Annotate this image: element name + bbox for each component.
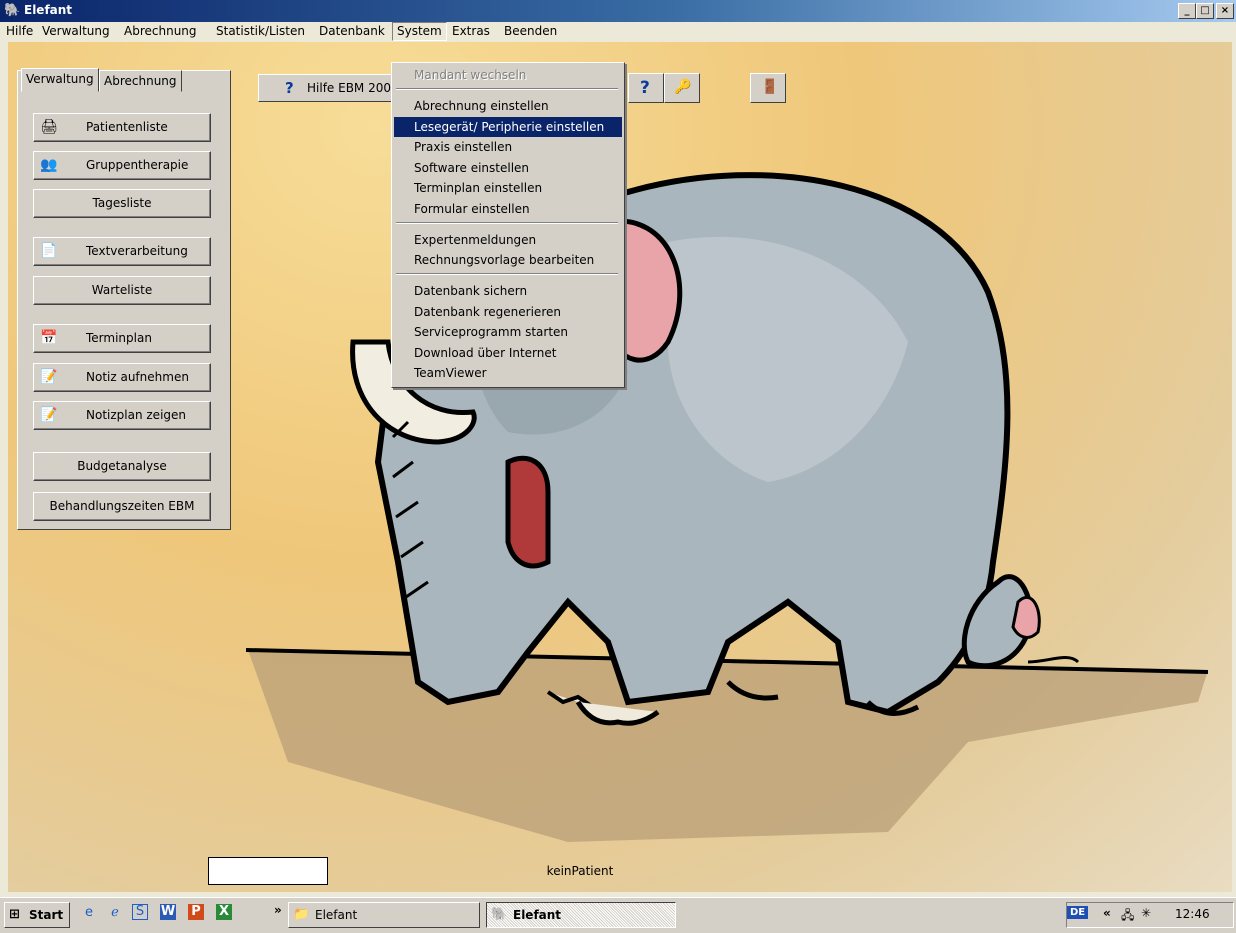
system-menu-dropdown: Mandant wechseln Abrechnung einstellen L… [391,62,625,388]
menu-datenbank[interactable]: Datenbank [315,22,389,41]
title-bar: 🐘 Elefant _ □ × [0,0,1236,22]
tab-verwaltung[interactable]: Verwaltung [21,68,99,92]
notepad-icon: 📝 [40,407,58,423]
system-tray: DE « 🖧 ✳ 12:46 [1066,902,1234,928]
menu-statistik[interactable]: Statistik/Listen [212,22,309,41]
tray-expand-icon[interactable]: « [1103,906,1111,920]
menu-hilfe[interactable]: Hilfe [2,22,37,41]
taskbar-item-folder[interactable]: 📁 Elefant [288,902,480,928]
patientenliste-button[interactable]: 🖨 Patientenliste [33,113,211,142]
group-icon: 👥 [40,157,58,173]
budgetanalyse-button[interactable]: Budgetanalyse [33,452,211,481]
start-button[interactable]: ⊞ Start [4,902,70,928]
printer-icon: 🖨 [40,119,58,135]
close-button[interactable]: × [1216,3,1234,19]
app-icon[interactable]: S [132,904,148,920]
menu-item-datenbank-regenerieren[interactable]: Datenbank regenerieren [394,302,622,322]
quicklaunch-overflow[interactable]: » [274,903,282,917]
terminplan-button[interactable]: 📅 Terminplan [33,324,211,353]
word-icon[interactable]: W [160,904,176,920]
language-indicator[interactable]: DE [1067,906,1089,919]
windows-logo-icon: ⊞ [9,907,20,922]
menu-extras[interactable]: Extras [448,22,494,41]
warteliste-button[interactable]: Warteliste [33,276,211,305]
help-button[interactable]: ? [628,73,664,103]
menu-separator [396,222,618,224]
menu-abrechnung[interactable]: Abrechnung [120,22,201,41]
elephant-icon: 🐘 [491,907,508,922]
exit-button[interactable]: 🚪 [750,73,786,103]
menu-system[interactable]: System [392,22,447,41]
menu-separator [396,273,618,275]
menu-item-software-einstellen[interactable]: Software einstellen [394,158,622,178]
menu-item-terminplan-einstellen[interactable]: Terminplan einstellen [394,178,622,198]
notizplan-zeigen-button[interactable]: 📝 Notizplan zeigen [33,401,211,430]
calendar-icon: 📅 [40,330,58,346]
clock: 12:46 [1175,907,1210,921]
menu-item-serviceprogramm[interactable]: Serviceprogramm starten [394,322,622,342]
network-icon[interactable]: 🖧 [1121,906,1134,927]
menu-item-teamviewer[interactable]: TeamViewer [394,363,622,383]
patient-field[interactable] [208,857,328,885]
ie-icon[interactable]: e [80,904,98,922]
gruppentherapie-button[interactable]: 👥 Gruppentherapie [33,151,211,180]
menu-item-mandant-wechseln[interactable]: Mandant wechseln [394,65,622,85]
menu-item-expertenmeldungen[interactable]: Expertenmeldungen [394,230,622,250]
tagesliste-button[interactable]: Tagesliste [33,189,211,218]
menu-item-lesegeraet-einstellen[interactable]: Lesegerät/ Peripherie einstellen [394,117,622,137]
menu-item-praxis-einstellen[interactable]: Praxis einstellen [394,137,622,157]
menu-item-rechnungsvorlage[interactable]: Rechnungsvorlage bearbeiten [394,250,622,270]
menu-item-download-internet[interactable]: Download über Internet [394,343,622,363]
notepad-icon: 📝 [40,369,58,385]
document-icon: 📄 [40,243,58,259]
patient-status-label: keinPatient [546,864,614,878]
menu-item-abrechnung-einstellen[interactable]: Abrechnung einstellen [394,96,622,116]
help-question-icon: ? [285,79,294,97]
menu-separator [396,88,618,90]
exit-door-icon: 🚪 [761,79,779,95]
minimize-button[interactable]: _ [1178,3,1196,19]
menu-beenden[interactable]: Beenden [500,22,561,41]
textverarbeitung-button[interactable]: 📄 Textverarbeitung [33,237,211,266]
hilfe-ebm-button[interactable]: ? Hilfe EBM 200 [258,74,400,102]
behandlungszeiten-ebm-button[interactable]: Behandlungszeiten EBM [33,492,211,521]
help-key-button[interactable]: 🔑 [664,73,700,103]
folder-icon: 📁 [293,907,310,922]
notiz-aufnehmen-button[interactable]: 📝 Notiz aufnehmen [33,363,211,392]
powerpoint-icon[interactable]: P [188,904,204,920]
taskbar-item-elefant[interactable]: 🐘 Elefant [486,902,676,928]
window-title: Elefant [24,3,73,17]
maximize-button[interactable]: □ [1196,3,1214,19]
menu-bar: Hilfe Verwaltung Abrechnung Statistik/Li… [0,22,1236,41]
menu-item-formular-einstellen[interactable]: Formular einstellen [394,199,622,219]
help-question-icon: ? [640,78,650,98]
menu-verwaltung[interactable]: Verwaltung [38,22,114,41]
elephant-icon: 🐘 [4,3,21,18]
tab-abrechnung[interactable]: Abrechnung [99,70,182,92]
taskbar: ⊞ Start e ℯ S W P X » 📁 Elefant 🐘 Elefan… [0,897,1236,933]
menu-item-datenbank-sichern[interactable]: Datenbank sichern [394,281,622,301]
navigation-panel: Verwaltung Abrechnung 🖨 Patientenliste 👥… [17,68,231,530]
ie-icon[interactable]: ℯ [106,904,124,922]
excel-icon[interactable]: X [216,904,232,920]
help-key-icon: 🔑 [674,79,692,95]
tray-app-icon[interactable]: ✳ [1141,906,1151,920]
